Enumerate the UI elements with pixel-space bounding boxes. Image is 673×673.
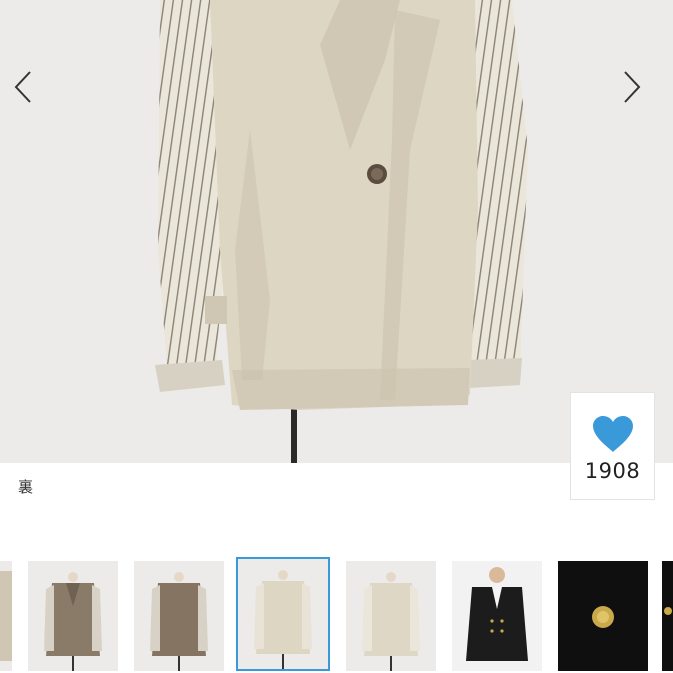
like-count: 1908 bbox=[584, 459, 641, 483]
thumbnail-4-selected[interactable] bbox=[236, 557, 330, 671]
previous-image-button[interactable] bbox=[12, 70, 52, 120]
like-button[interactable]: 1908 bbox=[570, 392, 655, 500]
thumbnail-7[interactable] bbox=[558, 561, 648, 671]
thumbnail-3[interactable] bbox=[134, 561, 224, 671]
thumbnail-image bbox=[662, 561, 673, 671]
chevron-right-icon bbox=[624, 71, 641, 103]
thumbnail-6[interactable] bbox=[452, 561, 542, 671]
thumbnail-strip bbox=[0, 555, 673, 673]
thumbnail-1[interactable] bbox=[0, 561, 12, 671]
thumbnail-image bbox=[558, 561, 648, 671]
thumbnail-image bbox=[28, 561, 118, 671]
next-image-button[interactable] bbox=[621, 70, 661, 120]
thumbnail-image bbox=[452, 561, 542, 671]
thumbnail-image bbox=[134, 561, 224, 671]
chevron-left-icon bbox=[14, 71, 31, 103]
thumbnail-5[interactable] bbox=[346, 561, 436, 671]
thumbnail-image bbox=[238, 559, 328, 669]
image-caption: 裏 bbox=[18, 478, 34, 496]
thumbnail-image bbox=[0, 561, 12, 671]
thumbnail-2[interactable] bbox=[28, 561, 118, 671]
thumbnail-8[interactable] bbox=[662, 561, 673, 671]
heart-icon bbox=[592, 416, 633, 452]
thumbnail-image bbox=[346, 561, 436, 671]
